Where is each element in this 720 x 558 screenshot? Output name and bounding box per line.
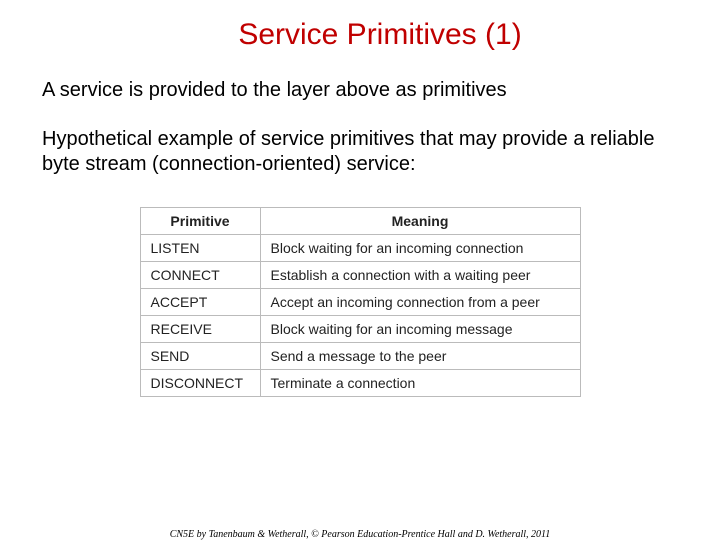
cell-meaning: Block waiting for an incoming message bbox=[260, 316, 580, 343]
cell-meaning: Establish a connection with a waiting pe… bbox=[260, 262, 580, 289]
header-primitive: Primitive bbox=[140, 208, 260, 235]
cell-meaning: Accept an incoming connection from a pee… bbox=[260, 289, 580, 316]
cell-primitive: CONNECT bbox=[140, 262, 260, 289]
cell-primitive: DISCONNECT bbox=[140, 370, 260, 397]
cell-meaning: Send a message to the peer bbox=[260, 343, 580, 370]
intro-paragraph: A service is provided to the layer above… bbox=[42, 78, 678, 103]
primitives-table-container: Primitive Meaning LISTEN Block waiting f… bbox=[0, 207, 720, 397]
primitives-table: Primitive Meaning LISTEN Block waiting f… bbox=[140, 207, 581, 397]
cell-primitive: LISTEN bbox=[140, 235, 260, 262]
table-row: ACCEPT Accept an incoming connection fro… bbox=[140, 289, 580, 316]
example-paragraph: Hypothetical example of service primitiv… bbox=[42, 127, 678, 177]
cell-meaning: Terminate a connection bbox=[260, 370, 580, 397]
table-row: DISCONNECT Terminate a connection bbox=[140, 370, 580, 397]
table-row: CONNECT Establish a connection with a wa… bbox=[140, 262, 580, 289]
cell-primitive: SEND bbox=[140, 343, 260, 370]
cell-primitive: RECEIVE bbox=[140, 316, 260, 343]
table-row: SEND Send a message to the peer bbox=[140, 343, 580, 370]
slide-title: Service Primitives (1) bbox=[40, 18, 720, 52]
table-row: RECEIVE Block waiting for an incoming me… bbox=[140, 316, 580, 343]
table-header-row: Primitive Meaning bbox=[140, 208, 580, 235]
footer-citation: CN5E by Tanenbaum & Wetherall, © Pearson… bbox=[0, 529, 720, 540]
table-row: LISTEN Block waiting for an incoming con… bbox=[140, 235, 580, 262]
cell-meaning: Block waiting for an incoming connection bbox=[260, 235, 580, 262]
header-meaning: Meaning bbox=[260, 208, 580, 235]
cell-primitive: ACCEPT bbox=[140, 289, 260, 316]
